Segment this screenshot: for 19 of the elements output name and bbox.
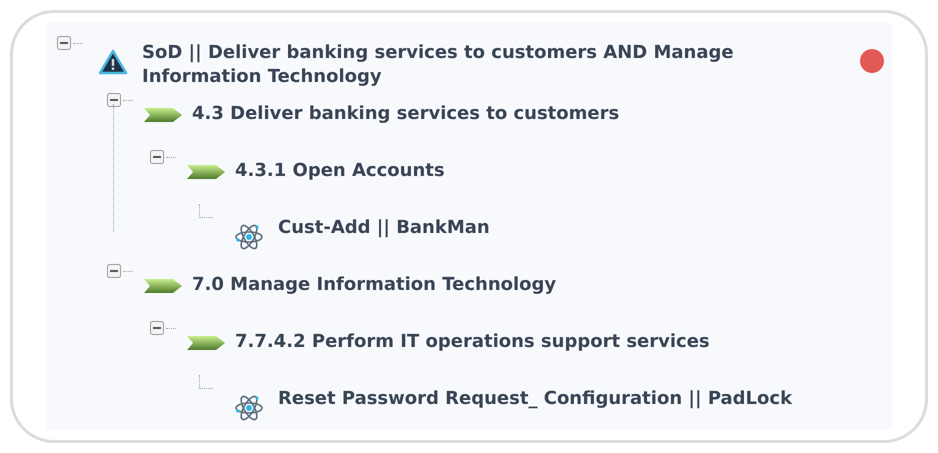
tree-item-label[interactable]: 7.0 Manage Information Technology	[192, 261, 556, 297]
collapse-toggle-icon[interactable]	[56, 35, 72, 51]
atom-icon	[234, 222, 264, 252]
tree-item-label[interactable]: 4.3 Deliver banking services to customers	[192, 90, 620, 126]
tree-item-label[interactable]: SoD || Deliver banking services to customers AND Manage Information Technology	[142, 33, 822, 89]
tree-item-label[interactable]: Cust-Add || BankMan	[278, 204, 490, 240]
atom-icon	[234, 393, 264, 423]
collapse-toggle-icon[interactable]	[149, 320, 165, 336]
chevron-shape-icon	[144, 279, 182, 293]
tree-item-label[interactable]: Reset Password Request_ Configuration || PadLock	[278, 375, 792, 411]
chevron-shape-icon	[187, 165, 225, 179]
tree-item-label[interactable]: 7.7.4.2 Perform IT operations support services	[235, 318, 710, 354]
warning-triangle-icon	[98, 49, 128, 75]
chevron-shape-icon	[144, 108, 182, 122]
collapse-toggle-icon[interactable]	[149, 149, 165, 165]
tree-item-label[interactable]: 4.3.1 Open Accounts	[235, 147, 445, 183]
collapse-toggle-icon[interactable]	[106, 263, 122, 279]
chevron-shape-icon	[187, 336, 225, 350]
collapse-toggle-icon[interactable]	[106, 92, 122, 108]
